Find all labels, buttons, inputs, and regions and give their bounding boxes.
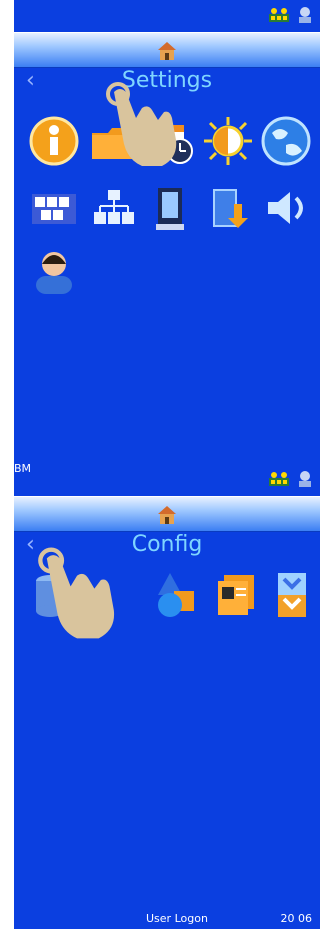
settings-icons-row3 bbox=[14, 246, 320, 306]
settings-icons-row2 bbox=[14, 182, 320, 242]
footer-user-label[interactable]: User Logon bbox=[146, 912, 208, 925]
footer-time: 20 06 bbox=[280, 912, 313, 925]
user-icon[interactable] bbox=[28, 246, 80, 298]
settings-screen: ‹ Settings bbox=[14, 0, 320, 465]
hand-gesture-icon bbox=[106, 82, 177, 166]
header-band bbox=[14, 32, 320, 68]
network-status-icon bbox=[269, 472, 289, 486]
hand-gesture-icon bbox=[38, 547, 115, 639]
user-status-icon bbox=[299, 471, 311, 487]
globe-icon[interactable] bbox=[260, 115, 312, 167]
status-icons bbox=[268, 6, 314, 24]
user-status-icon bbox=[299, 7, 311, 23]
status-bar bbox=[14, 0, 320, 32]
status-icons bbox=[268, 470, 314, 488]
home-icon[interactable] bbox=[157, 41, 177, 61]
speaker-icon[interactable] bbox=[260, 182, 312, 234]
shapes-icon[interactable] bbox=[152, 569, 204, 621]
import-export-icon[interactable] bbox=[202, 182, 254, 234]
status-bar: BM bbox=[14, 464, 320, 496]
status-left-text: BM bbox=[14, 464, 32, 475]
header-band bbox=[14, 496, 320, 532]
brightness-icon[interactable] bbox=[202, 115, 254, 167]
printer-icon[interactable] bbox=[144, 182, 196, 234]
info-icon[interactable] bbox=[28, 115, 80, 167]
keyboard-icon[interactable] bbox=[28, 182, 80, 234]
config-screen: BM ‹ Config User Logon 20 06 bbox=[14, 464, 320, 929]
footer-bar: User Logon 20 06 bbox=[14, 909, 320, 929]
network-status-icon bbox=[269, 8, 289, 22]
label-template-icon[interactable] bbox=[208, 569, 260, 621]
network-icon[interactable] bbox=[88, 182, 140, 234]
chevrons-panel-icon[interactable] bbox=[266, 569, 318, 621]
home-icon[interactable] bbox=[157, 505, 177, 525]
